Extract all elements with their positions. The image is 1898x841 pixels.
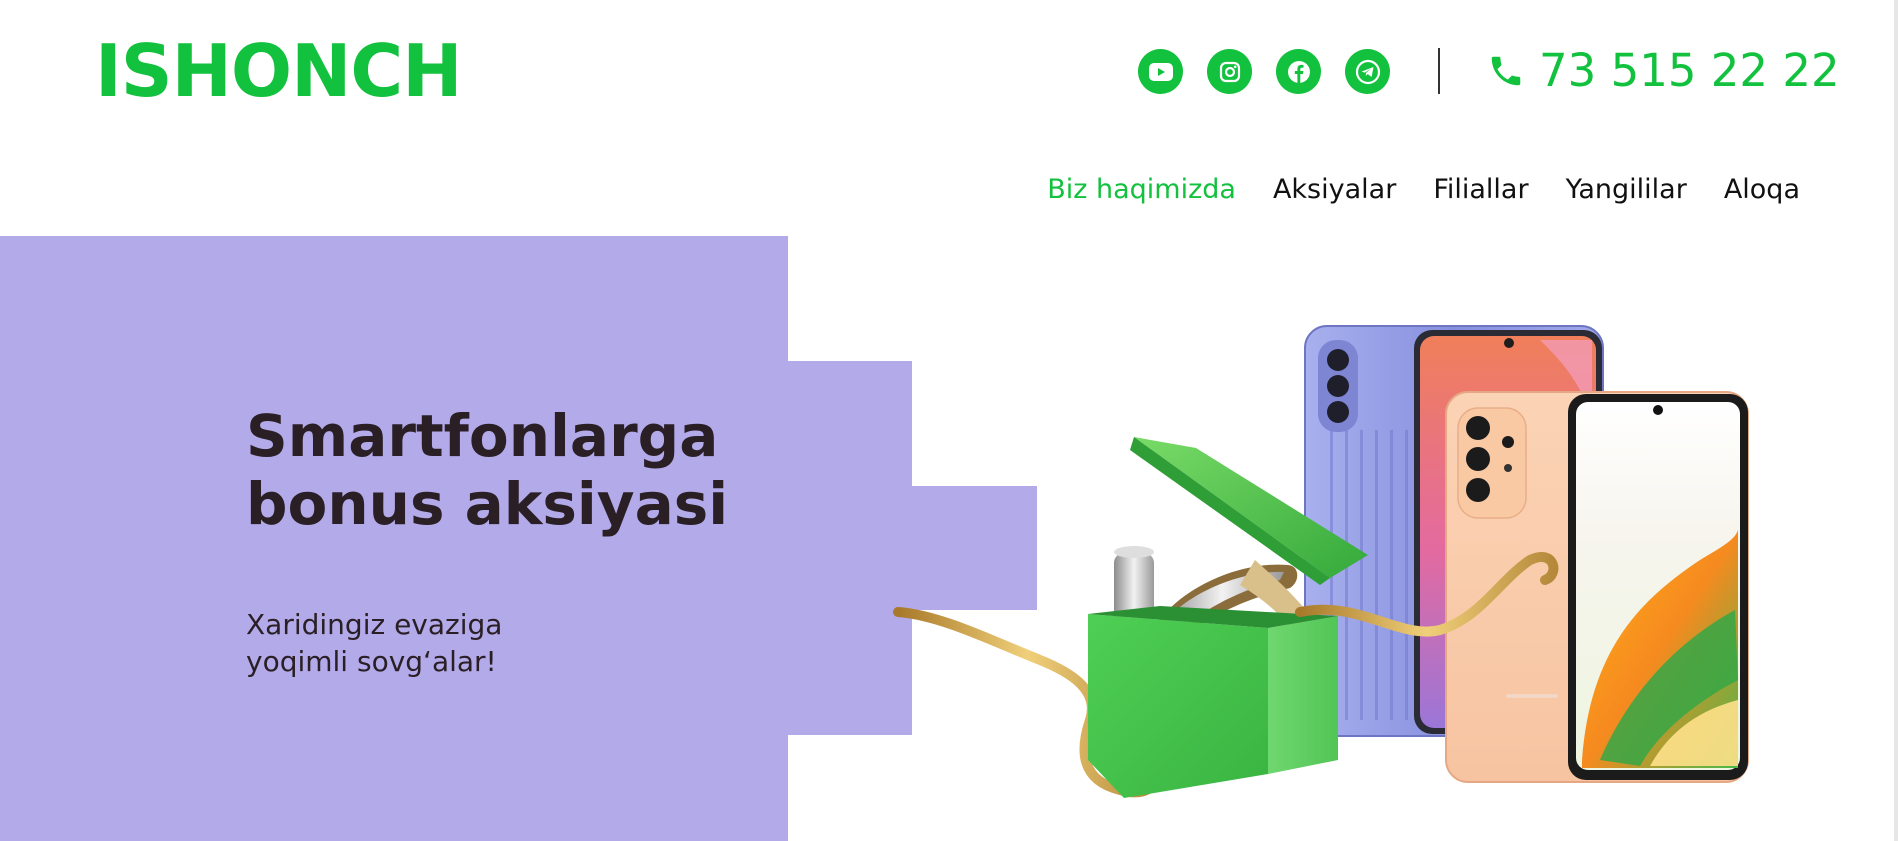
banner-headline: Smartfonlarga bonus aksiyasi [246,402,729,538]
banner-subtext: Xaridingiz evaziga yoqimli sovg‘alar! [246,608,503,678]
